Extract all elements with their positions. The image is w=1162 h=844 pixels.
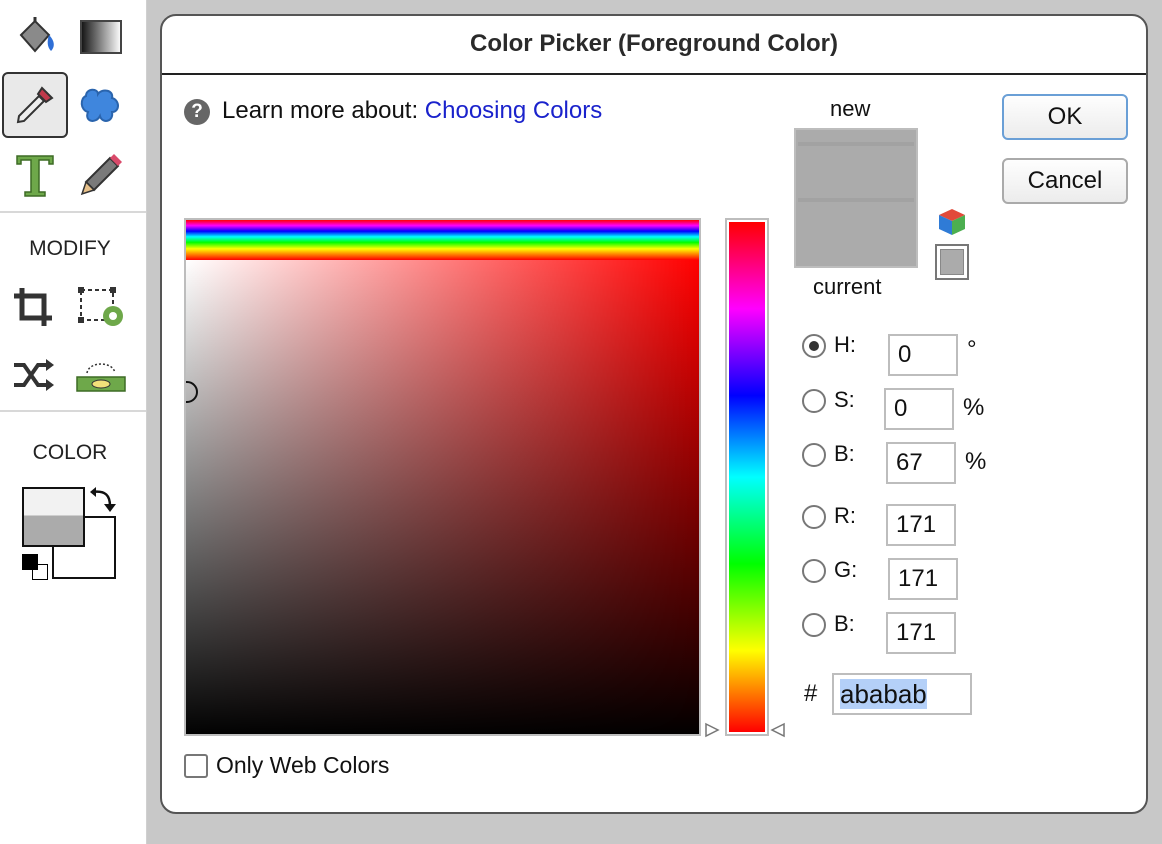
gradient-icon xyxy=(80,20,122,54)
color-preview-swatch xyxy=(794,128,918,268)
blue-input[interactable]: 171 xyxy=(886,612,956,654)
web-safe-color-button[interactable] xyxy=(935,244,969,280)
red-input[interactable]: 171 xyxy=(886,504,956,546)
paint-bucket-icon xyxy=(19,17,54,53)
text-tool[interactable] xyxy=(4,144,66,206)
shuffle-icon xyxy=(14,359,54,391)
hue-input[interactable]: 0 xyxy=(888,334,958,376)
hex-input[interactable]: ababab xyxy=(832,673,972,715)
tool-separator xyxy=(0,211,146,213)
shape-tool[interactable] xyxy=(70,74,132,136)
current-label: current xyxy=(813,274,882,299)
field-gradient xyxy=(186,260,699,734)
hue-radio[interactable] xyxy=(802,334,826,358)
title-divider xyxy=(162,73,1146,75)
field-rainbow-band xyxy=(186,220,699,260)
degree-unit: ° xyxy=(967,336,977,363)
help-prefix: Learn more about: xyxy=(222,97,425,124)
text-tool-icon xyxy=(16,155,54,197)
red-label: R: xyxy=(834,503,856,528)
crop-tool[interactable] xyxy=(2,276,64,338)
hex-prefix: # xyxy=(804,680,818,707)
green-radio[interactable] xyxy=(802,559,826,583)
transform-settings-tool[interactable] xyxy=(70,276,132,338)
puzzle-icon xyxy=(80,88,119,122)
color-cube-icon[interactable] xyxy=(936,206,968,238)
eyedropper-tool[interactable] xyxy=(2,72,68,138)
hue-slider[interactable] xyxy=(725,218,769,736)
saturation-brightness-field[interactable] xyxy=(184,218,701,736)
dialog-title: Color Picker (Foreground Color) xyxy=(469,30,838,57)
choosing-colors-link[interactable]: Choosing Colors xyxy=(425,97,602,124)
swap-colors-icon[interactable] xyxy=(88,486,118,514)
color-picker-dialog: Color Picker (Foreground Color) ? Learn … xyxy=(160,14,1148,814)
saturation-input[interactable]: 0 xyxy=(884,388,954,430)
cancel-button[interactable]: Cancel xyxy=(1002,158,1128,204)
hue-gradient xyxy=(729,222,765,732)
help-icon[interactable]: ? xyxy=(184,99,210,125)
brightness-label: B: xyxy=(834,441,855,466)
red-radio[interactable] xyxy=(802,505,826,529)
hue-left-arrow-icon[interactable] xyxy=(704,722,720,738)
level-tool[interactable] xyxy=(70,344,132,406)
default-colors-black xyxy=(22,554,38,570)
color-section-label: COLOR xyxy=(32,441,108,464)
saturation-label: S: xyxy=(834,387,855,412)
gradient-tool[interactable] xyxy=(70,6,132,68)
modify-section-label: MODIFY xyxy=(29,237,111,260)
pencil-icon xyxy=(80,154,122,196)
eyedropper-icon xyxy=(16,86,54,124)
foreground-color-swatch[interactable] xyxy=(22,487,85,547)
shuffle-tool[interactable] xyxy=(2,344,64,406)
green-label: G: xyxy=(834,557,858,582)
transform-gear-icon xyxy=(78,287,123,326)
new-label: new xyxy=(830,96,871,121)
brightness-unit: % xyxy=(965,448,987,475)
hue-right-arrow-icon[interactable] xyxy=(770,722,786,738)
blue-radio[interactable] xyxy=(802,613,826,637)
hex-value: ababab xyxy=(840,679,927,709)
only-web-colors-checkbox[interactable] xyxy=(184,754,208,778)
saturation-radio[interactable] xyxy=(802,389,826,413)
help-text: Learn more about: Choosing Colors xyxy=(222,97,602,125)
paint-bucket-tool[interactable] xyxy=(4,6,66,68)
blue-label: B: xyxy=(834,611,855,636)
ok-button[interactable]: OK xyxy=(1002,94,1128,140)
level-icon xyxy=(76,363,126,392)
crop-icon xyxy=(14,288,52,326)
saturation-unit: % xyxy=(963,394,985,421)
brightness-radio[interactable] xyxy=(802,443,826,467)
only-web-colors-label: Only Web Colors xyxy=(216,752,390,778)
brightness-input[interactable]: 67 xyxy=(886,442,956,484)
green-input[interactable]: 171 xyxy=(888,558,958,600)
tool-panel: MODIFY COLOR xyxy=(0,0,147,844)
hue-label: H: xyxy=(834,332,856,357)
tool-separator xyxy=(0,410,146,412)
pencil-tool[interactable] xyxy=(70,144,132,206)
